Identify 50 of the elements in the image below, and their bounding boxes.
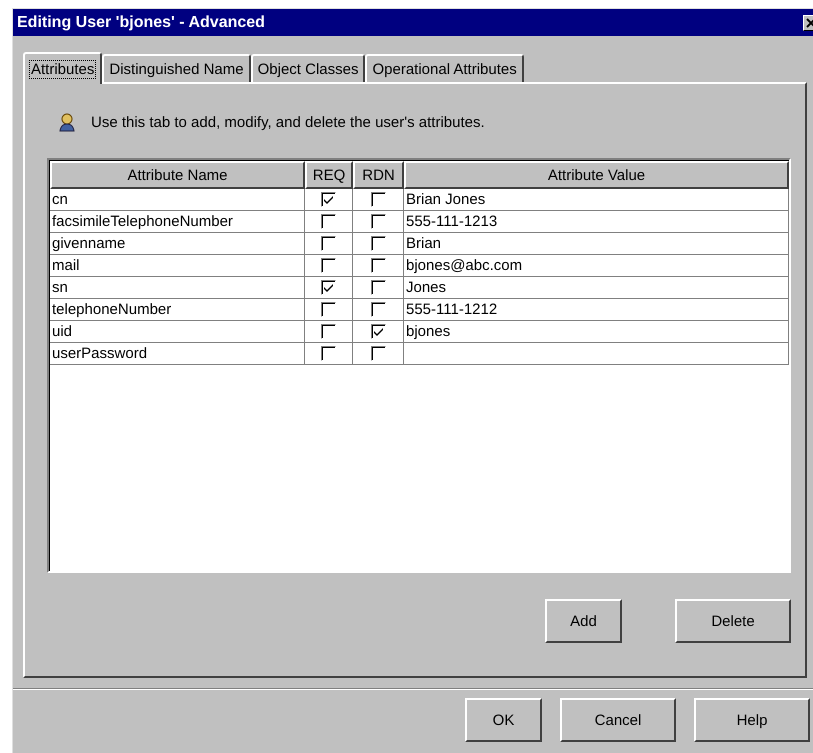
table-cell: uid [50, 321, 305, 343]
column-header[interactable]: Attribute Value [404, 161, 789, 189]
table-cell: Jones [404, 277, 789, 299]
window-title: Editing User 'bjones' - Advanced [17, 14, 266, 32]
dialog-button[interactable]: Help [694, 698, 810, 742]
column-header[interactable]: Attribute Name [50, 161, 305, 189]
checkbox[interactable] [321, 346, 336, 361]
table-cell: 555-111-1213 [404, 211, 789, 233]
table-cell: 555-111-1212 [404, 299, 789, 321]
table-cell: bjones@abc.com [404, 255, 789, 277]
table-cell: bjones [404, 321, 789, 343]
checkbox[interactable] [370, 346, 386, 361]
dialog-button[interactable]: OK [465, 698, 542, 742]
table-cell: sn [50, 277, 305, 299]
checkbox[interactable] [321, 214, 336, 229]
table-cell: userPassword [50, 343, 305, 365]
info-text: Use this tab to add, modify, and delete the user's attributes. [91, 114, 485, 130]
tab[interactable]: Attributes [23, 52, 102, 84]
checkbox[interactable] [370, 236, 386, 251]
table-cell: cn [50, 189, 305, 211]
dialog-button[interactable]: Cancel [560, 698, 676, 742]
user-icon [57, 112, 77, 132]
checkbox[interactable] [321, 236, 336, 251]
table-cell: facsimileTelephoneNumber [50, 211, 305, 233]
column-header[interactable]: REQ [305, 161, 353, 189]
table-cell: Brian [404, 233, 789, 255]
checkbox[interactable] [370, 214, 386, 229]
tab[interactable]: Distinguished Name [102, 54, 251, 82]
checkbox[interactable] [370, 280, 386, 295]
tab[interactable]: Object Classes [250, 54, 366, 82]
tab[interactable]: Operational Attributes [365, 54, 524, 82]
checkbox[interactable] [370, 324, 386, 339]
check-icon [323, 282, 334, 292]
check-icon [323, 194, 334, 204]
table-cell: telephoneNumber [50, 299, 305, 321]
checkbox[interactable] [370, 302, 386, 317]
table-cell: mail [50, 255, 305, 277]
checkbox[interactable] [321, 258, 336, 273]
checkbox[interactable] [370, 192, 386, 207]
column-header[interactable]: RDN [353, 161, 404, 189]
check-icon [372, 326, 384, 336]
checkbox[interactable] [321, 324, 336, 339]
checkbox[interactable] [370, 258, 386, 273]
checkbox[interactable] [321, 302, 336, 317]
checkbox[interactable] [321, 192, 336, 207]
table-cell: givenname [50, 233, 305, 255]
table-cell: Brian Jones [404, 189, 789, 211]
checkbox[interactable] [321, 280, 336, 295]
dialog-button[interactable]: Delete [675, 599, 791, 643]
dialog-button[interactable]: Add [545, 599, 622, 643]
